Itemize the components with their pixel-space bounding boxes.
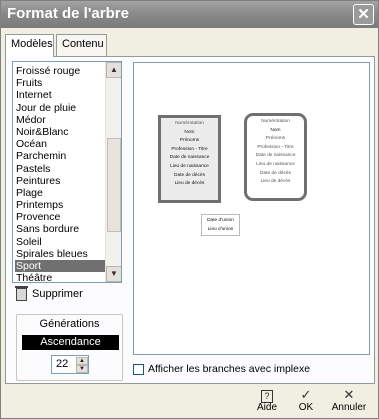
- checkmark-icon: ✓: [300, 387, 312, 402]
- trash-icon: [15, 286, 28, 301]
- cancel-button[interactable]: ✕ Annuler: [329, 387, 369, 417]
- tree-preview: Numérotation Nom Prénoms Profession - Titre…: [133, 62, 370, 355]
- model-list-item[interactable]: Théâtre: [15, 272, 105, 282]
- model-list-item[interactable]: Jour de pluie: [15, 102, 105, 114]
- model-list-item[interactable]: Médor: [15, 114, 105, 126]
- ok-label: OK: [298, 402, 314, 413]
- generations-count-spinner[interactable]: 22 ▲ ▼: [51, 355, 89, 374]
- cancel-label: Annuler: [331, 402, 367, 413]
- model-list-item[interactable]: Spirales bleues: [15, 248, 105, 260]
- title-bar[interactable]: Format de l'arbre ✕: [1, 1, 378, 28]
- spin-down-icon[interactable]: ▼: [76, 365, 88, 373]
- preview-field: Lieu d'union: [207, 227, 234, 232]
- model-list-item[interactable]: Pastels: [15, 163, 105, 175]
- model-list-item[interactable]: Internet: [15, 89, 105, 101]
- model-list-item[interactable]: Sport: [15, 260, 105, 273]
- delete-label: Supprimer: [32, 288, 83, 300]
- preview-field: Date de décès: [174, 172, 205, 178]
- models-list-items: Froissé rouge Fruits Internet Jour de pluie…: [15, 65, 105, 282]
- generations-group: Générations Ascendance 22 ▲ ▼: [16, 314, 123, 381]
- cancel-icon: ✕: [343, 387, 355, 402]
- preview-field: Profession - Titre: [171, 146, 208, 152]
- spin-up-icon[interactable]: ▲: [76, 357, 88, 365]
- model-list-item[interactable]: Parchemin: [15, 150, 105, 162]
- dialog-footer: ? Aide ✓ OK ✕ Annuler: [5, 387, 375, 417]
- model-list-item[interactable]: Froissé rouge: [15, 65, 105, 77]
- preview-field: Prénoms: [265, 136, 286, 142]
- implex-checkbox[interactable]: [133, 364, 144, 375]
- preview-card-rect: Numérotation Nom Prénoms Profession - Titre…: [158, 115, 221, 203]
- preview-field: Lieu de décès: [260, 179, 291, 185]
- model-list-item[interactable]: Fruits: [15, 77, 105, 89]
- tab-content[interactable]: Contenu: [56, 34, 107, 56]
- preview-field: Nom: [270, 127, 281, 133]
- model-list-item[interactable]: Soleil: [15, 236, 105, 248]
- generations-title: Générations: [39, 318, 100, 330]
- list-scrollbar[interactable]: ▲ ▼: [105, 62, 121, 282]
- tab-models[interactable]: Modèles: [5, 34, 54, 57]
- preview-field: Date de naissance: [255, 153, 296, 159]
- close-button[interactable]: ✕: [353, 4, 374, 25]
- preview-field: Lieu de naissance: [256, 161, 295, 167]
- preview-field: Prénoms: [179, 138, 200, 144]
- preview-field: Numérotation: [261, 119, 290, 124]
- models-panel: Froissé rouge Fruits Internet Jour de pluie…: [5, 56, 375, 384]
- preview-field: Profession - Titre: [257, 144, 294, 150]
- implex-label: Afficher les branches avec implexe: [148, 363, 311, 375]
- help-icon: ?: [253, 387, 281, 403]
- preview-field: Date de naissance: [169, 155, 210, 161]
- preview-field: Numérotation: [175, 121, 204, 126]
- preview-union-box: Date d'union Lieu d'union: [201, 214, 240, 236]
- format-tree-dialog: Format de l'arbre ✕ Modèles Contenu Froi…: [0, 0, 379, 419]
- models-list[interactable]: Froissé rouge Fruits Internet Jour de pluie…: [12, 61, 122, 283]
- ok-button[interactable]: ✓ OK: [293, 387, 319, 417]
- model-list-item[interactable]: Provence: [15, 211, 105, 223]
- generations-mode-select[interactable]: Ascendance: [22, 335, 119, 350]
- model-list-item[interactable]: Sans bordure: [15, 223, 105, 235]
- preview-field: Lieu de décès: [174, 181, 205, 187]
- preview-field: Date de décès: [260, 170, 291, 176]
- scroll-up-button[interactable]: ▲: [106, 62, 121, 78]
- scroll-down-button[interactable]: ▼: [106, 266, 121, 282]
- preview-field: Lieu de naissance: [170, 163, 209, 169]
- preview-field: Nom: [184, 129, 195, 135]
- model-list-item[interactable]: Peintures: [15, 175, 105, 187]
- help-label: Aide: [256, 402, 277, 413]
- preview-field: Date d'union: [207, 218, 234, 223]
- model-list-item[interactable]: Noir&Blanc: [15, 126, 105, 138]
- model-list-item[interactable]: Plage: [15, 187, 105, 199]
- preview-card-rounded: Numérotation Nom Prénoms Profession - Titre…: [244, 113, 307, 201]
- scroll-thumb[interactable]: [107, 138, 121, 232]
- window-title: Format de l'arbre: [7, 5, 129, 22]
- help-button[interactable]: ? Aide: [253, 387, 281, 417]
- model-list-item[interactable]: Océan: [15, 138, 105, 150]
- model-list-item[interactable]: Printemps: [15, 199, 105, 211]
- generations-count-value[interactable]: 22: [56, 358, 68, 370]
